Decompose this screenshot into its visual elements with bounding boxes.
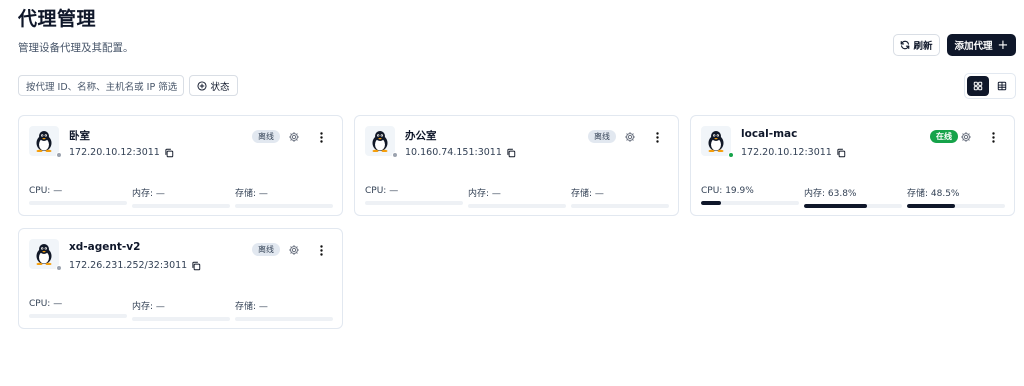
agent-address: 172.20.10.12:3011 bbox=[69, 147, 160, 158]
agent-name: 卧室 bbox=[69, 130, 90, 142]
status-dot bbox=[728, 152, 734, 158]
status-dot bbox=[56, 265, 62, 271]
status-dot bbox=[56, 152, 62, 158]
agent-name: xd-agent-v2 bbox=[69, 241, 141, 253]
copy-icon[interactable] bbox=[191, 261, 201, 271]
cpu-bar bbox=[365, 201, 463, 205]
cpu-label: CPU: — bbox=[365, 186, 399, 196]
storage-bar bbox=[235, 317, 333, 321]
cpu-metric: CPU: — bbox=[29, 299, 127, 318]
storage-metric: 存储: — bbox=[235, 299, 333, 321]
status-filter-button[interactable]: 状态 bbox=[189, 75, 238, 96]
storage-bar bbox=[235, 204, 333, 208]
more-options-icon[interactable] bbox=[988, 131, 998, 143]
memory-metric: 内存: 63.8% bbox=[804, 186, 902, 208]
linux-penguin-icon bbox=[701, 126, 731, 156]
cpu-metric: CPU: 19.9% bbox=[701, 186, 799, 205]
status-dot bbox=[392, 152, 398, 158]
memory-metric: 内存: — bbox=[132, 299, 230, 321]
table-view-icon bbox=[997, 81, 1007, 91]
agent-card-0[interactable]: 卧室 172.20.10.12:3011 离线 CPU: — 内存: — 存储:… bbox=[18, 115, 343, 216]
storage-label: 存储: — bbox=[235, 189, 268, 199]
plus-icon: + bbox=[997, 37, 1009, 53]
cpu-label: CPU: — bbox=[29, 186, 63, 196]
memory-bar bbox=[468, 204, 566, 208]
filter-input[interactable]: 按代理 ID、名称、主机名或 IP 筛选 bbox=[18, 75, 184, 96]
agent-address: 172.26.231.252/32:3011 bbox=[69, 260, 188, 271]
add-agent-label: 添加代理 bbox=[954, 41, 993, 52]
status-filter-label: 状态 bbox=[210, 81, 230, 93]
agent-address: 10.160.74.151:3011 bbox=[405, 147, 502, 158]
linux-penguin-icon bbox=[29, 239, 59, 269]
memory-label: 内存: — bbox=[132, 302, 165, 312]
cpu-metric: CPU: — bbox=[365, 186, 463, 205]
page-title: 代理管理 bbox=[18, 8, 97, 30]
refresh-icon bbox=[901, 40, 910, 50]
status-badge: 在线 bbox=[930, 130, 958, 143]
copy-icon[interactable] bbox=[164, 148, 174, 158]
gear-icon[interactable] bbox=[960, 131, 972, 143]
grid-view-icon bbox=[973, 81, 983, 91]
add-agent-button[interactable]: 添加代理 + bbox=[947, 34, 1016, 56]
cpu-bar bbox=[29, 314, 127, 318]
storage-label: 存储: — bbox=[235, 302, 268, 312]
agent-card-2[interactable]: local-mac 172.20.10.12:3011 在线 CPU: 19.9… bbox=[690, 115, 1015, 216]
view-toggle bbox=[964, 73, 1016, 99]
memory-label: 内存: — bbox=[132, 189, 165, 199]
storage-metric: 存储: — bbox=[235, 186, 333, 208]
memory-metric: 内存: — bbox=[132, 186, 230, 208]
linux-penguin-icon bbox=[29, 126, 59, 156]
storage-label: 存储: — bbox=[571, 189, 604, 199]
cpu-bar bbox=[701, 201, 799, 205]
table-view-button[interactable] bbox=[991, 76, 1013, 96]
status-badge: 离线 bbox=[588, 130, 616, 143]
memory-bar bbox=[132, 204, 230, 208]
storage-bar bbox=[571, 204, 669, 208]
memory-label: 内存: — bbox=[468, 189, 501, 199]
memory-label: 内存: 63.8% bbox=[804, 189, 857, 199]
gear-icon[interactable] bbox=[288, 244, 300, 256]
memory-bar bbox=[804, 204, 902, 208]
more-options-icon[interactable] bbox=[316, 131, 326, 143]
cpu-label: CPU: — bbox=[29, 299, 63, 309]
refresh-button[interactable]: 刷新 bbox=[893, 34, 940, 56]
more-options-icon[interactable] bbox=[652, 131, 662, 143]
cpu-metric: CPU: — bbox=[29, 186, 127, 205]
plus-circle-icon bbox=[197, 80, 208, 91]
cpu-label: CPU: 19.9% bbox=[701, 186, 754, 196]
storage-bar bbox=[907, 204, 1005, 208]
memory-bar bbox=[132, 317, 230, 321]
copy-icon[interactable] bbox=[506, 148, 516, 158]
linux-penguin-icon bbox=[365, 126, 395, 156]
agent-card-3[interactable]: xd-agent-v2 172.26.231.252/32:3011 离线 CP… bbox=[18, 228, 343, 329]
more-options-icon[interactable] bbox=[316, 244, 326, 256]
gear-icon[interactable] bbox=[288, 131, 300, 143]
gear-icon[interactable] bbox=[624, 131, 636, 143]
page-subtitle: 管理设备代理及其配置。 bbox=[18, 42, 134, 54]
cpu-bar bbox=[29, 201, 127, 205]
refresh-label: 刷新 bbox=[913, 41, 933, 52]
copy-icon[interactable] bbox=[836, 148, 846, 158]
agent-name: 办公室 bbox=[405, 130, 437, 142]
agent-card-1[interactable]: 办公室 10.160.74.151:3011 离线 CPU: — 内存: — 存… bbox=[354, 115, 679, 216]
grid-view-button[interactable] bbox=[967, 76, 989, 96]
storage-metric: 存储: 48.5% bbox=[907, 186, 1005, 208]
memory-metric: 内存: — bbox=[468, 186, 566, 208]
storage-metric: 存储: — bbox=[571, 186, 669, 208]
status-badge: 离线 bbox=[252, 130, 280, 143]
agent-address: 172.20.10.12:3011 bbox=[741, 147, 832, 158]
storage-label: 存储: 48.5% bbox=[907, 189, 960, 199]
agent-name: local-mac bbox=[741, 128, 798, 140]
status-badge: 离线 bbox=[252, 243, 280, 256]
